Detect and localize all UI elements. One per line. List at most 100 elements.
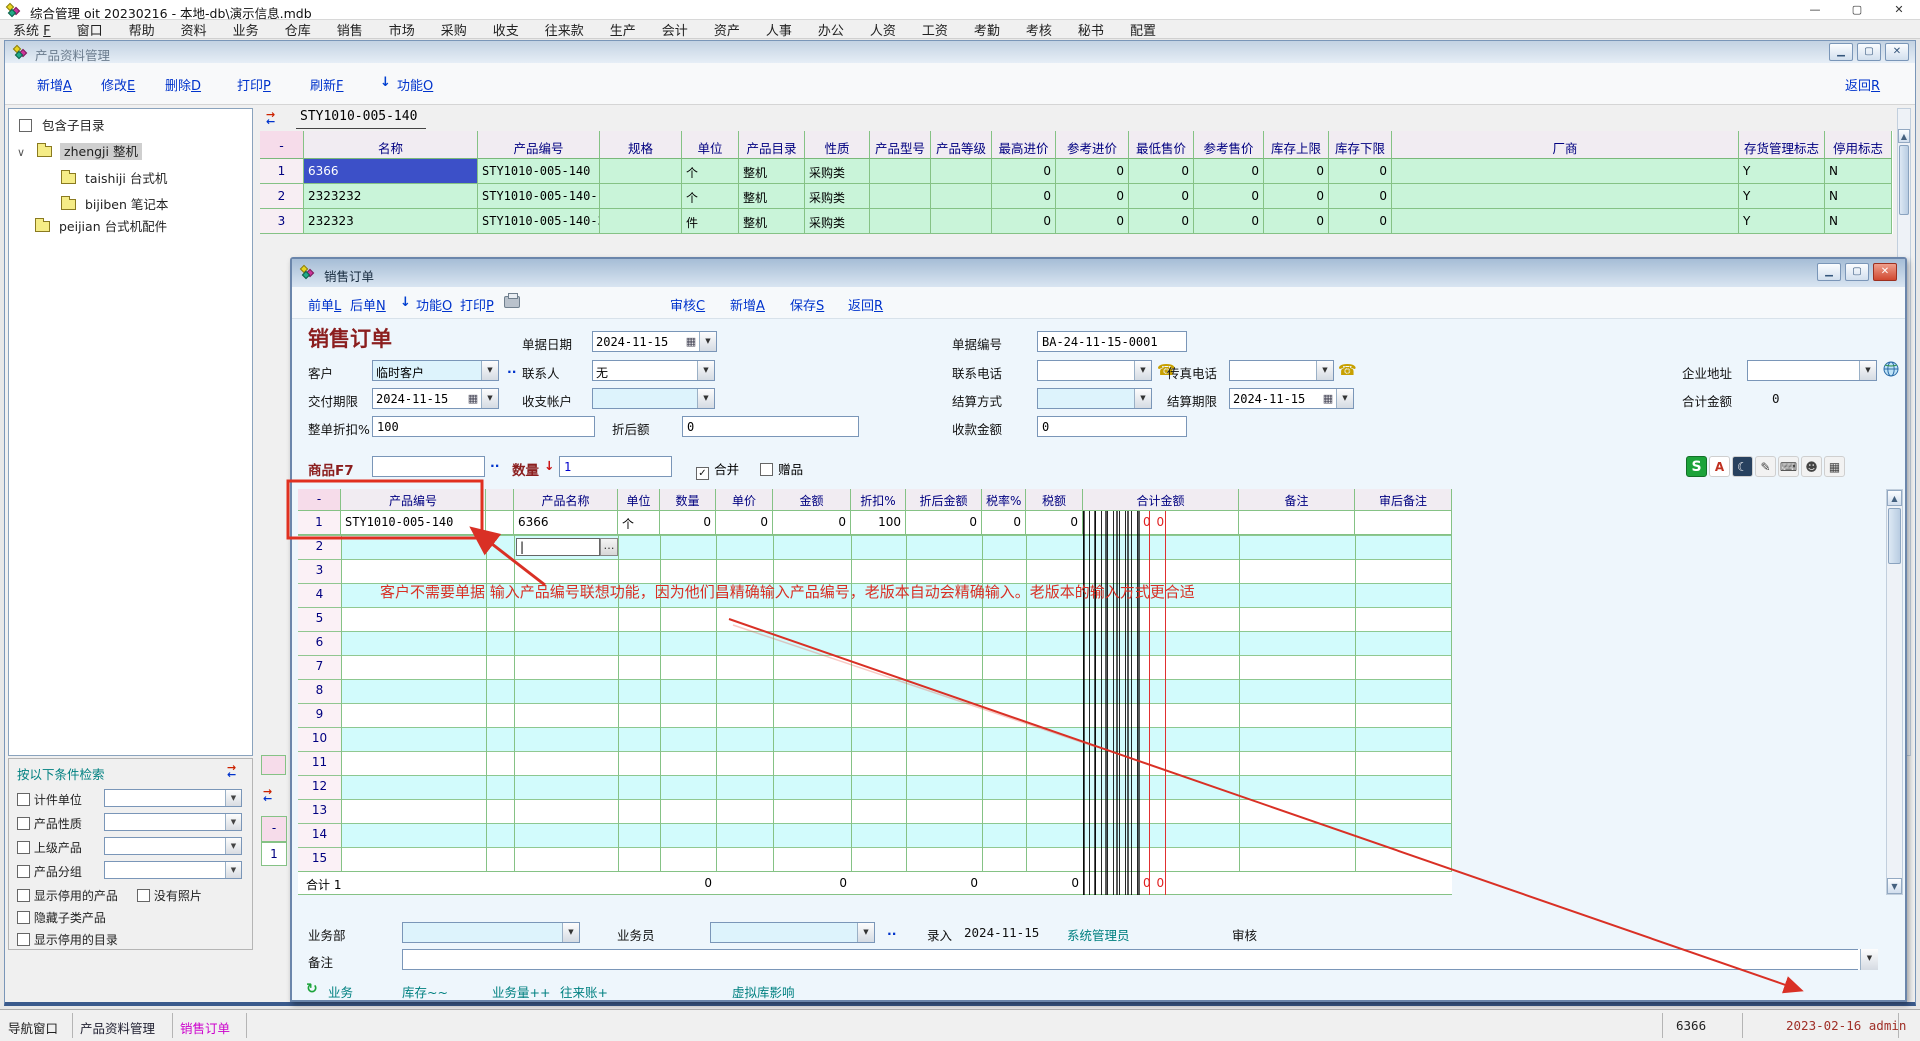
show-stopped-checkbox[interactable]: 显示停用的产品 <box>17 887 118 904</box>
menu-hr2[interactable]: 人资 <box>857 20 909 39</box>
restore-icon[interactable]: ▢ <box>1836 0 1878 20</box>
ime-grid-icon[interactable]: ▦ <box>1824 456 1845 477</box>
stock-link[interactable]: 库存~~ <box>402 982 448 1001</box>
sales-add-button[interactable]: 新增A <box>730 295 765 314</box>
fragment-swap-icon[interactable]: →← <box>263 787 279 806</box>
table-row[interactable]: 3 232323 STY1010-005-140-300 件 整机 采购类 0 … <box>260 209 1893 234</box>
no-photo-checkbox[interactable]: 没有照片 <box>137 887 202 904</box>
menu-market[interactable]: 市场 <box>376 20 428 39</box>
menu-business[interactable]: 业务 <box>220 20 272 39</box>
product-close-icon[interactable]: ✕ <box>1885 43 1909 61</box>
product-more-button[interactable]: .. <box>490 455 500 470</box>
entered-by-link[interactable]: 系统管理员 <box>1067 925 1130 944</box>
product-minimize-icon[interactable]: ▁ <box>1829 43 1853 61</box>
tree-node-peijian[interactable]: peijian 台式机配件 <box>35 216 167 235</box>
menu-config[interactable]: 配置 <box>1117 20 1169 39</box>
refresh-button[interactable]: 刷新F <box>310 75 344 94</box>
qty-field[interactable]: 1 <box>559 456 672 477</box>
virtual-link[interactable]: 虚拟库影响 <box>732 982 795 1001</box>
sales-back-button[interactable]: 返回R <box>848 295 883 314</box>
filter-group-checkbox[interactable]: 产品分组 <box>17 863 82 880</box>
menu-salary[interactable]: 工资 <box>909 20 961 39</box>
ime-user-icon[interactable]: ☻ <box>1801 456 1822 477</box>
delete-button[interactable]: 删除D <box>165 75 201 94</box>
tree-node-bijiben[interactable]: bijiben 笔记本 <box>61 194 168 213</box>
menu-assets[interactable]: 资产 <box>701 20 753 39</box>
sales-grid-scrollbar[interactable]: ▲ ▼ <box>1886 489 1903 895</box>
sales-restore-icon[interactable]: ▢ <box>1845 263 1869 281</box>
menu-review[interactable]: 考核 <box>1013 20 1065 39</box>
lookup-ellipsis-button[interactable]: … <box>600 538 618 556</box>
name-edit-input[interactable]: | <box>516 538 600 556</box>
prev-doc-button[interactable]: 前单L <box>308 295 341 314</box>
menu-accounting[interactable]: 会计 <box>649 20 701 39</box>
close-icon[interactable]: ✕ <box>1878 0 1920 20</box>
refresh-cycle-icon[interactable]: ↻ <box>306 981 318 997</box>
status-sales-tab[interactable]: 销售订单 <box>180 1018 230 1037</box>
gift-checkbox[interactable]: 赠品 <box>760 459 803 478</box>
search-code-value[interactable]: STY1010-005-140 <box>300 109 417 124</box>
grid-row-1[interactable]: 1 STY1010-005-140 6366 个 0 0 0 100 0 0 0 <box>298 511 1452 535</box>
doc-date-field[interactable]: 2024-11-15▦▼ <box>592 331 717 352</box>
print-button[interactable]: 打印P <box>237 75 271 94</box>
received-field[interactable]: 0 <box>1037 416 1187 437</box>
menu-sales[interactable]: 销售 <box>324 20 376 39</box>
menu-window[interactable]: 窗口 <box>64 20 116 39</box>
phone-combo[interactable]: ▼ <box>1037 360 1152 381</box>
printer-icon[interactable] <box>504 296 520 312</box>
menu-secretary[interactable]: 秘书 <box>1065 20 1117 39</box>
filter-nature-checkbox[interactable]: 产品性质 <box>17 815 82 832</box>
ime-fullhalf-icon[interactable]: ☾ <box>1732 456 1753 477</box>
hide-sub-checkbox[interactable]: 隐藏子类产品 <box>17 909 106 926</box>
menu-data[interactable]: 资料 <box>168 20 220 39</box>
filter-nature-combo[interactable]: ▼ <box>104 813 242 831</box>
merge-checkbox[interactable]: ✓ 合并 <box>696 459 739 480</box>
filter-group-combo[interactable]: ▼ <box>104 861 242 879</box>
grid-empty-rows[interactable] <box>298 535 1452 871</box>
account-combo[interactable]: ▼ <box>592 388 715 409</box>
include-sub-checkbox-box[interactable] <box>19 119 32 132</box>
settle-due-field[interactable]: 2024-11-15▦▼ <box>1229 388 1354 409</box>
menu-accounts[interactable]: 往来款 <box>532 20 597 39</box>
back-button[interactable]: 返回R <box>1845 75 1880 94</box>
sales-minimize-icon[interactable]: ▁ <box>1817 263 1841 281</box>
doc-no-field[interactable]: BA-24-11-15-0001 <box>1037 331 1187 352</box>
volume-link[interactable]: 业务量++ <box>492 982 550 1001</box>
menu-warehouse[interactable]: 仓库 <box>272 20 324 39</box>
contact-combo[interactable]: 无▼ <box>592 360 715 381</box>
biz-link[interactable]: 业务 <box>328 982 353 1001</box>
tree-node-taishiji[interactable]: taishiji 台式机 <box>61 168 167 187</box>
menu-help[interactable]: 帮助 <box>116 20 168 39</box>
sales-close-icon[interactable]: ✕ <box>1873 263 1897 281</box>
status-product-tab[interactable]: 产品资料管理 <box>80 1018 155 1037</box>
tree-node-zhengji[interactable]: ∨ zhengji 整机 <box>17 141 142 160</box>
menu-attendance[interactable]: 考勤 <box>961 20 1013 39</box>
next-doc-button[interactable]: 后单N <box>350 295 386 314</box>
ime-lang-icon[interactable]: A <box>1709 456 1730 477</box>
filter-unit-checkbox[interactable]: 计件单位 <box>17 791 82 808</box>
after-disc-field[interactable]: 0 <box>682 416 859 437</box>
menu-production[interactable]: 生产 <box>597 20 649 39</box>
filter-swap-icon[interactable]: →← <box>227 764 243 781</box>
settle-method-combo[interactable]: ▼ <box>1037 388 1152 409</box>
account-link[interactable]: 往来账+ <box>560 982 608 1001</box>
table-row[interactable]: 1 6366 STY1010-005-140 个 整机 采购类 0 0 0 0 … <box>260 159 1893 184</box>
customer-combo[interactable]: 临时客户▼ <box>372 360 499 381</box>
menu-system[interactable]: 系统 F <box>0 20 64 39</box>
menu-payment[interactable]: 收支 <box>480 20 532 39</box>
sales-func-button[interactable]: 功能O <box>416 295 452 314</box>
ime-sogou-icon[interactable]: S <box>1686 456 1707 477</box>
product-entry-field[interactable] <box>372 456 485 477</box>
note-field[interactable] <box>402 949 1878 970</box>
product-restore-icon[interactable]: ▢ <box>1857 43 1881 61</box>
func-button[interactable]: 功能O <box>397 75 433 94</box>
ime-keyboard-icon[interactable]: ⌨ <box>1778 456 1799 477</box>
dept-combo[interactable]: ▼ <box>402 922 580 943</box>
minimize-icon[interactable]: — <box>1794 0 1836 20</box>
audit-button[interactable]: 审核C <box>670 295 705 314</box>
filter-unit-combo[interactable]: ▼ <box>104 789 242 807</box>
sales-print-button[interactable]: 打印P <box>460 295 494 314</box>
discount-field[interactable]: 100 <box>372 416 595 437</box>
address-combo[interactable]: ▼ <box>1747 360 1877 381</box>
modify-button[interactable]: 修改E <box>101 75 135 94</box>
